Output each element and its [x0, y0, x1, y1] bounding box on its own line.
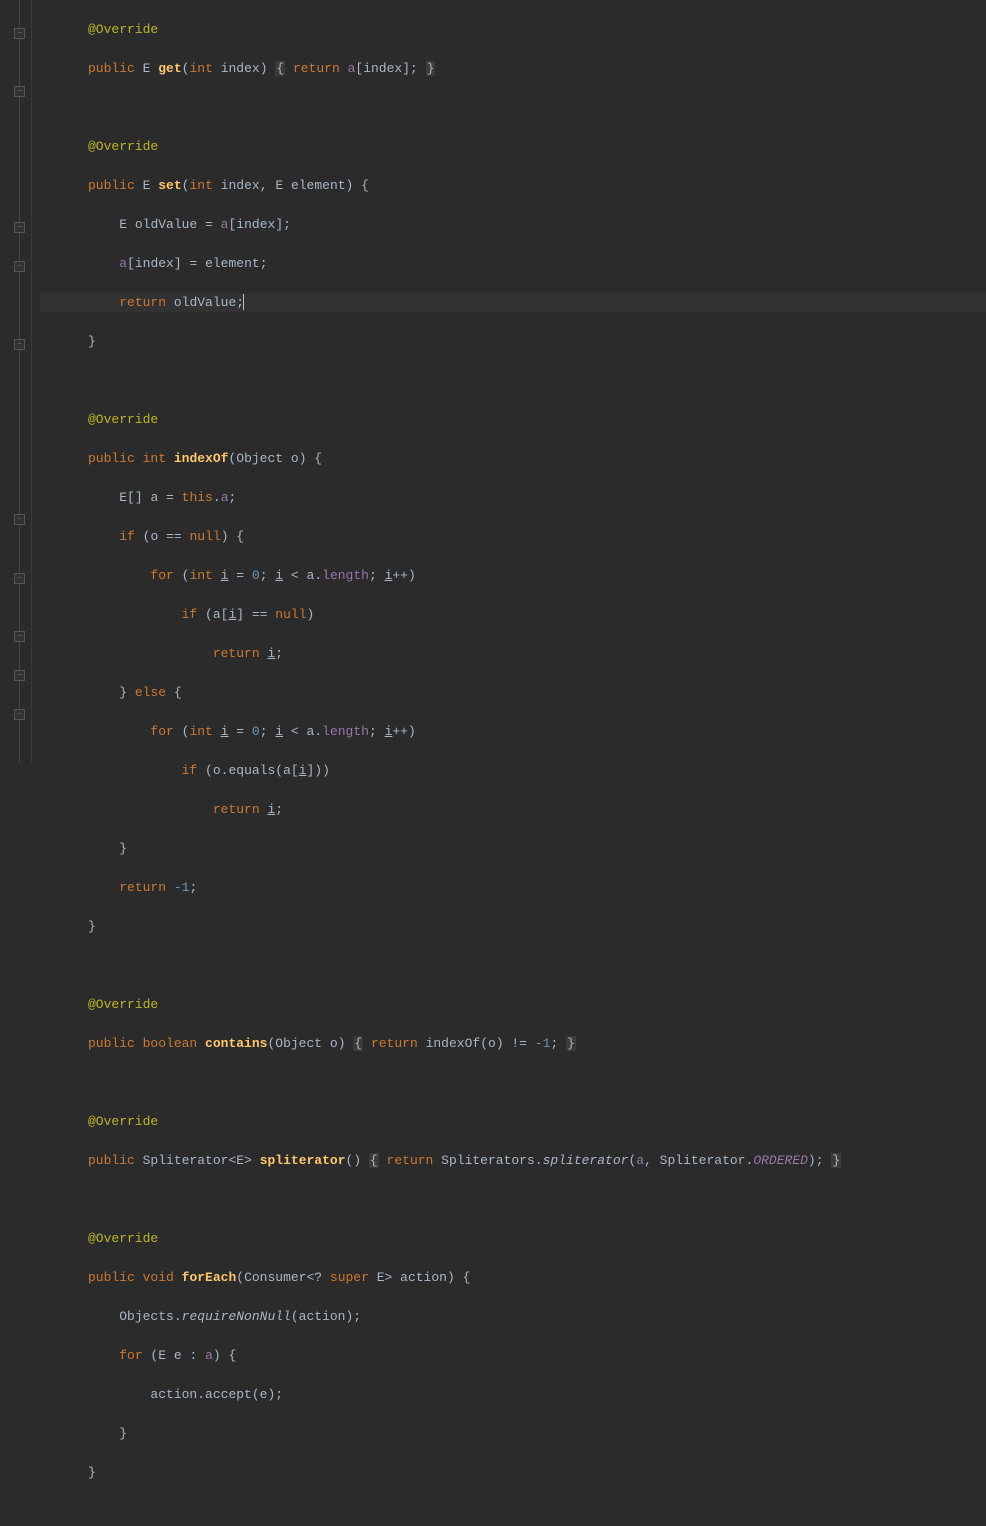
code-line[interactable]: @Override: [40, 410, 986, 430]
code-line[interactable]: if (a[i] == null): [40, 605, 986, 625]
fold-marker[interactable]: −: [14, 86, 25, 97]
code-line[interactable]: E[] a = this.a;: [40, 488, 986, 508]
code-line[interactable]: for (E e : a) {: [40, 1346, 986, 1366]
gutter: − − − − − − − − − −: [0, 0, 32, 763]
code-line[interactable]: @Override: [40, 1229, 986, 1249]
code-line[interactable]: E oldValue = a[index];: [40, 215, 986, 235]
fold-marker[interactable]: −: [14, 709, 25, 720]
code-line[interactable]: @Override: [40, 20, 986, 40]
code-line[interactable]: if (o == null) {: [40, 527, 986, 547]
text-caret: [243, 294, 244, 310]
code-line[interactable]: } else {: [40, 683, 986, 703]
code-line[interactable]: }: [40, 332, 986, 352]
gutter-vertical-line: [19, 0, 20, 763]
fold-marker[interactable]: −: [14, 339, 25, 350]
code-line[interactable]: @Override: [40, 1112, 986, 1132]
code-line[interactable]: @Override: [40, 995, 986, 1015]
code-line[interactable]: }: [40, 1424, 986, 1444]
fold-marker[interactable]: −: [14, 670, 25, 681]
code-line[interactable]: }: [40, 1463, 986, 1483]
fold-marker[interactable]: −: [14, 222, 25, 233]
code-line[interactable]: if (o.equals(a[i])): [40, 761, 986, 781]
fold-marker[interactable]: −: [14, 261, 25, 272]
code-line[interactable]: for (int i = 0; i < a.length; i++): [40, 722, 986, 742]
code-line[interactable]: [40, 1190, 986, 1210]
code-line[interactable]: [40, 371, 986, 391]
code-line[interactable]: return i;: [40, 800, 986, 820]
code-line[interactable]: public void forEach(Consumer<? super E> …: [40, 1268, 986, 1288]
fold-marker[interactable]: −: [14, 28, 25, 39]
code-line[interactable]: Objects.requireNonNull(action);: [40, 1307, 986, 1327]
code-line[interactable]: public E set(int index, E element) {: [40, 176, 986, 196]
code-line[interactable]: public E get(int index) { return a[index…: [40, 59, 986, 79]
code-line[interactable]: for (int i = 0; i < a.length; i++): [40, 566, 986, 586]
code-line[interactable]: [40, 98, 986, 118]
code-line[interactable]: return i;: [40, 644, 986, 664]
code-line[interactable]: @Override: [40, 137, 986, 157]
code-line[interactable]: return -1;: [40, 878, 986, 898]
code-line[interactable]: [40, 1502, 986, 1522]
code-line[interactable]: }: [40, 839, 986, 859]
code-line[interactable]: }: [40, 917, 986, 937]
code-line-current[interactable]: return oldValue;: [40, 293, 986, 313]
fold-marker[interactable]: −: [14, 514, 25, 525]
code-line[interactable]: public int indexOf(Object o) {: [40, 449, 986, 469]
code-line[interactable]: [40, 1073, 986, 1093]
code-line[interactable]: [40, 956, 986, 976]
code-line[interactable]: public boolean contains(Object o) { retu…: [40, 1034, 986, 1054]
code-line[interactable]: a[index] = element;: [40, 254, 986, 274]
code-line[interactable]: action.accept(e);: [40, 1385, 986, 1405]
code-line[interactable]: public Spliterator<E> spliterator() { re…: [40, 1151, 986, 1171]
code-editor[interactable]: @Override public E get(int index) { retu…: [32, 0, 986, 763]
fold-marker[interactable]: −: [14, 631, 25, 642]
fold-marker[interactable]: −: [14, 573, 25, 584]
